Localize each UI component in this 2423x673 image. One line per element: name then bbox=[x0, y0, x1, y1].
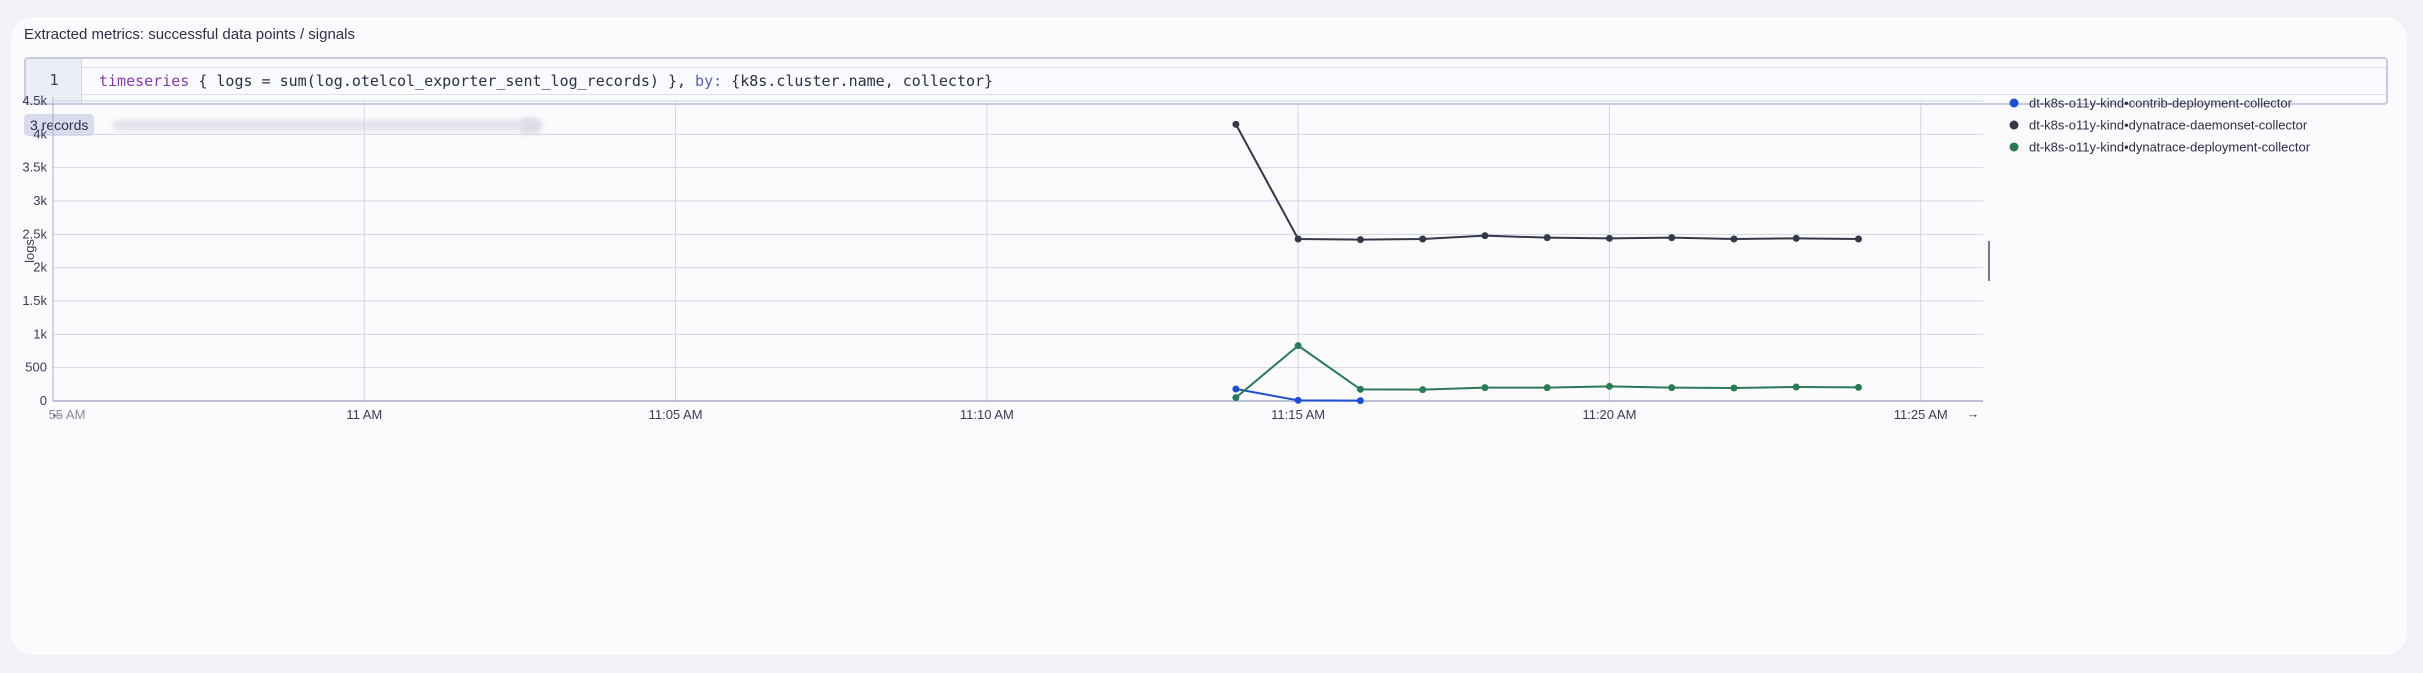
legend-marker bbox=[2009, 120, 2019, 130]
timeseries-chart[interactable]: 05001k1.5k2k2.5k3k3.5k4k4.5k55 AM 11 AM 11… bbox=[11, 17, 2407, 655]
legend-item[interactable]: dt-k8s-o11y-kind•contrib-deployment-coll… bbox=[2029, 96, 2293, 111]
data-point[interactable] bbox=[1605, 382, 1613, 390]
data-point[interactable] bbox=[1605, 234, 1613, 242]
y-tick-label: 3k bbox=[33, 193, 47, 208]
data-point[interactable] bbox=[1294, 396, 1302, 404]
data-point[interactable] bbox=[1294, 342, 1302, 350]
legend-marker bbox=[2009, 98, 2019, 108]
data-point[interactable] bbox=[1356, 385, 1364, 393]
data-point[interactable] bbox=[1854, 383, 1862, 391]
data-point[interactable] bbox=[1854, 235, 1862, 243]
y-tick-label: 3.5k bbox=[22, 160, 47, 175]
x-tick-label: 11:10 AM bbox=[960, 407, 1014, 422]
data-point[interactable] bbox=[1730, 235, 1738, 243]
x-tick-label: 11:05 AM bbox=[649, 407, 703, 422]
data-point[interactable] bbox=[1543, 234, 1551, 242]
y-tick-label: 4.5k bbox=[22, 93, 47, 108]
legend-item[interactable]: dt-k8s-o11y-kind•dynatrace-deployment-co… bbox=[2029, 140, 2311, 155]
data-point[interactable] bbox=[1419, 235, 1427, 243]
series-line[interactable] bbox=[1235, 123, 1859, 241]
y-tick-label: 0 bbox=[40, 393, 47, 408]
data-point[interactable] bbox=[1792, 383, 1800, 391]
y-axis-label: logs bbox=[22, 239, 37, 263]
x-tick-label: 11:20 AM bbox=[1582, 407, 1636, 422]
x-tick-label: 11:25 AM bbox=[1894, 407, 1948, 422]
data-point[interactable] bbox=[1668, 234, 1676, 242]
data-point[interactable] bbox=[1730, 384, 1738, 392]
data-point[interactable] bbox=[1792, 234, 1800, 242]
scroll-right-icon[interactable]: → bbox=[1967, 406, 1980, 421]
data-point[interactable] bbox=[1232, 394, 1240, 402]
chart-card: Extracted metrics: successful data point… bbox=[11, 17, 2407, 655]
data-point[interactable] bbox=[1419, 386, 1427, 394]
data-point[interactable] bbox=[1232, 120, 1240, 128]
data-point[interactable] bbox=[1481, 232, 1489, 240]
y-tick-label: 1k bbox=[33, 326, 47, 341]
x-tick-label: 11 AM bbox=[346, 407, 382, 422]
y-tick-label: 500 bbox=[25, 360, 47, 375]
data-point[interactable] bbox=[1543, 384, 1551, 392]
data-point[interactable] bbox=[1356, 397, 1364, 405]
data-point[interactable] bbox=[1668, 384, 1676, 392]
legend-marker bbox=[2009, 142, 2019, 152]
data-point[interactable] bbox=[1232, 385, 1240, 393]
data-point[interactable] bbox=[1481, 384, 1489, 392]
x-tick-label: 11:15 AM bbox=[1271, 407, 1325, 422]
legend-item[interactable]: dt-k8s-o11y-kind•dynatrace-daemonset-col… bbox=[2029, 118, 2308, 133]
data-point[interactable] bbox=[1356, 236, 1364, 244]
y-tick-label: 1.5k bbox=[22, 293, 47, 308]
scroll-left-icon[interactable]: ← bbox=[51, 406, 64, 421]
y-tick-label: 4k bbox=[33, 126, 47, 141]
data-point[interactable] bbox=[1294, 235, 1302, 243]
